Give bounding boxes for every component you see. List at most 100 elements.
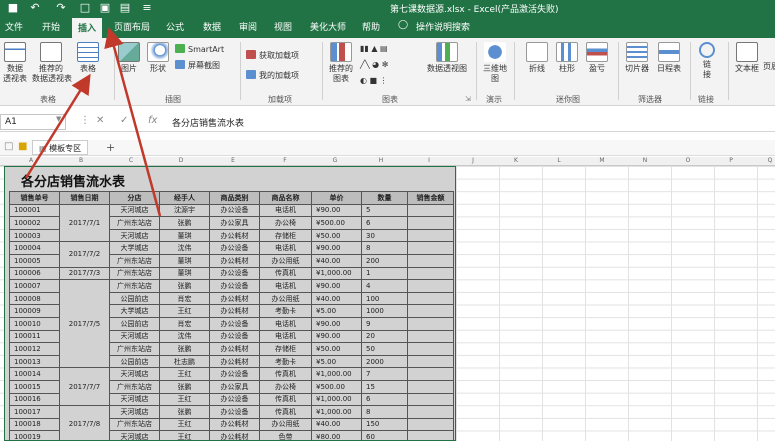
table-cell[interactable] [407, 266, 454, 281]
table-cell[interactable]: 办公家具 [209, 379, 260, 394]
table-cell[interactable]: 电话机 [259, 241, 312, 255]
table-cell[interactable]: 广州东站店 [109, 266, 160, 281]
table-cell[interactable]: 杜志鹏 [159, 354, 210, 369]
column-header[interactable]: E [228, 157, 238, 164]
table-cell[interactable]: 董琪 [159, 228, 210, 243]
template-area-tab[interactable]: ▦ 模板专区 [32, 140, 89, 155]
table-cell[interactable]: 传真机 [259, 405, 312, 419]
table-cell[interactable]: ¥5.00 [311, 354, 362, 369]
table-cell[interactable]: 广州东站店 [109, 253, 160, 268]
table-cell[interactable]: 办公设备 [209, 329, 260, 344]
table-cell[interactable]: 天河城店 [109, 405, 160, 419]
table-cell[interactable]: 存储柜 [259, 228, 312, 243]
table-cell[interactable]: 公园前店 [109, 316, 160, 331]
table-button[interactable]: 表格 [76, 42, 100, 74]
customize-toolbar-icon[interactable]: ≡ [140, 1, 154, 15]
table-cell[interactable]: 传真机 [259, 266, 312, 281]
column-header[interactable]: O [683, 157, 693, 164]
tab-view[interactable]: 视图 [274, 20, 292, 33]
tab-review[interactable]: 审阅 [239, 20, 257, 33]
header-cell[interactable]: 单价 [311, 191, 362, 205]
header-cell[interactable]: 销售日期 [59, 191, 110, 205]
table-cell[interactable]: 8 [361, 405, 408, 419]
column-header[interactable]: H [376, 157, 386, 164]
table-cell[interactable]: 天河城店 [109, 367, 160, 381]
table-cell[interactable]: ¥50.00 [311, 342, 362, 356]
table-cell[interactable]: 办公用纸 [259, 253, 312, 268]
table-cell[interactable]: ¥90.00 [311, 329, 362, 344]
table-cell[interactable] [407, 329, 454, 344]
table-cell[interactable]: 董琪 [159, 266, 210, 281]
table-cell[interactable]: 办公耗材 [209, 430, 260, 440]
table-cell[interactable]: 2000 [361, 354, 408, 369]
table-cell[interactable]: 考勤卡 [259, 354, 312, 369]
formula-input[interactable]: 各分店销售流水表 [172, 116, 244, 129]
table-cell[interactable] [407, 354, 454, 369]
table-cell[interactable]: 天河城店 [109, 228, 160, 243]
table-cell[interactable] [407, 279, 454, 293]
form-icon[interactable]: ▤ [118, 1, 132, 15]
new-file-icon[interactable]: □ [78, 1, 92, 15]
table-cell[interactable]: 大学城店 [109, 241, 160, 255]
table-cell[interactable]: 9 [361, 316, 408, 331]
column-header[interactable]: L [554, 157, 564, 164]
table-cell[interactable]: 天河城店 [109, 430, 160, 440]
table-cell[interactable]: 传真机 [259, 392, 312, 407]
table-cell[interactable]: 公园前店 [109, 291, 160, 306]
table-cell[interactable] [407, 253, 454, 268]
table-cell[interactable]: 办公用纸 [259, 291, 312, 306]
pivot-table-button[interactable]: 数据 透视表 [2, 42, 28, 84]
table-cell[interactable]: 电话机 [259, 316, 312, 331]
undo-icon[interactable]: ↶ [28, 1, 42, 15]
table-cell[interactable]: 肖宏 [159, 316, 210, 331]
recommended-pivot-button[interactable]: 推荐的 数据透视表 [32, 42, 72, 84]
order-id-cell[interactable]: 100011 [9, 329, 60, 344]
table-cell[interactable]: 电话机 [259, 203, 312, 218]
line-chart-icon[interactable]: ╱╲ ◕ ✻ [360, 60, 388, 69]
header-cell[interactable]: 经手人 [159, 191, 210, 205]
slicer-button[interactable]: 切片器 [622, 42, 652, 74]
order-id-cell[interactable]: 100008 [9, 291, 60, 306]
confirm-icon[interactable]: ✓ [120, 115, 128, 126]
order-id-cell[interactable]: 100001 [9, 203, 60, 218]
order-id-cell[interactable]: 100010 [9, 316, 60, 331]
header-cell[interactable]: 销售金额 [407, 191, 454, 205]
table-cell[interactable]: 6 [361, 392, 408, 407]
table-cell[interactable]: 董琪 [159, 253, 210, 268]
column-header[interactable]: C [126, 157, 136, 164]
table-cell[interactable]: 广州东站店 [109, 417, 160, 432]
date-cell[interactable]: 2017/7/5 [59, 279, 110, 369]
order-id-cell[interactable]: 100018 [9, 417, 60, 432]
table-cell[interactable]: 150 [361, 417, 408, 432]
table-cell[interactable]: 天河城店 [109, 203, 160, 218]
table-cell[interactable] [407, 417, 454, 432]
header-cell[interactable]: 数量 [361, 191, 408, 205]
recommended-charts-button[interactable]: 推荐的 图表 [326, 42, 356, 84]
table-cell[interactable]: 张鹏 [159, 379, 210, 394]
column-header[interactable]: G [330, 157, 340, 164]
table-cell[interactable] [407, 367, 454, 381]
table-cell[interactable]: ¥90.00 [311, 203, 362, 218]
pictures-button[interactable]: 图片 [118, 42, 140, 74]
table-cell[interactable]: 15 [361, 379, 408, 394]
tab-insert[interactable]: 插入 [72, 18, 103, 38]
order-id-cell[interactable]: 100012 [9, 342, 60, 356]
table-cell[interactable] [407, 216, 454, 230]
sheet-title[interactable]: 各分店销售流水表 [21, 171, 125, 190]
table-cell[interactable] [407, 430, 454, 440]
charts-dialog-launcher-icon[interactable]: ⇲ [465, 95, 471, 103]
table-cell[interactable]: ¥40.00 [311, 417, 362, 432]
link-button[interactable]: 链 接 [694, 42, 720, 80]
table-cell[interactable]: 4 [361, 279, 408, 293]
table-cell[interactable]: 20 [361, 329, 408, 344]
table-cell[interactable]: 办公设备 [209, 241, 260, 255]
order-id-cell[interactable]: 100019 [9, 430, 60, 440]
table-cell[interactable]: 肖宏 [159, 291, 210, 306]
add-tab-button[interactable]: + [106, 141, 115, 154]
tab-help[interactable]: 帮助 [362, 20, 380, 33]
table-cell[interactable]: ¥1,000.00 [311, 392, 362, 407]
table-cell[interactable]: 办公设备 [209, 316, 260, 331]
order-id-cell[interactable]: 100015 [9, 379, 60, 394]
table-cell[interactable]: 50 [361, 342, 408, 356]
tab-data[interactable]: 数据 [203, 20, 221, 33]
